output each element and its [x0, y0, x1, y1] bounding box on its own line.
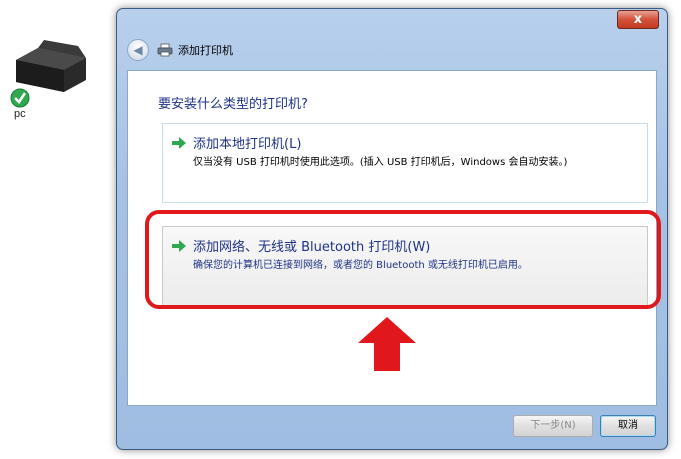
- red-up-arrow-icon: [358, 317, 416, 371]
- titlebar: ◀ 添加打印机: [125, 35, 625, 65]
- printer-device-icon[interactable]: [8, 30, 94, 110]
- close-button[interactable]: x: [617, 10, 659, 29]
- option-description: 仅当没有 USB 打印机时使用此选项。(插入 USB 打印机后，Windows …: [193, 157, 568, 168]
- device-label: pc: [14, 108, 26, 120]
- annotation-highlight-box: [145, 210, 661, 309]
- back-button[interactable]: ◀: [127, 39, 149, 61]
- green-arrow-icon: [172, 137, 186, 149]
- printer-icon: [157, 43, 173, 57]
- next-button[interactable]: 下一步(N): [513, 415, 593, 437]
- page-heading: 要安装什么类型的打印机?: [158, 97, 308, 112]
- back-arrow-icon: ◀: [133, 43, 143, 57]
- cancel-button[interactable]: 取消: [600, 415, 656, 437]
- option-title: 添加本地打印机(L): [193, 137, 302, 152]
- window-title: 添加打印机: [178, 44, 233, 57]
- add-local-printer-option[interactable]: 添加本地打印机(L) 仅当没有 USB 打印机时使用此选项。(插入 USB 打印…: [162, 123, 648, 203]
